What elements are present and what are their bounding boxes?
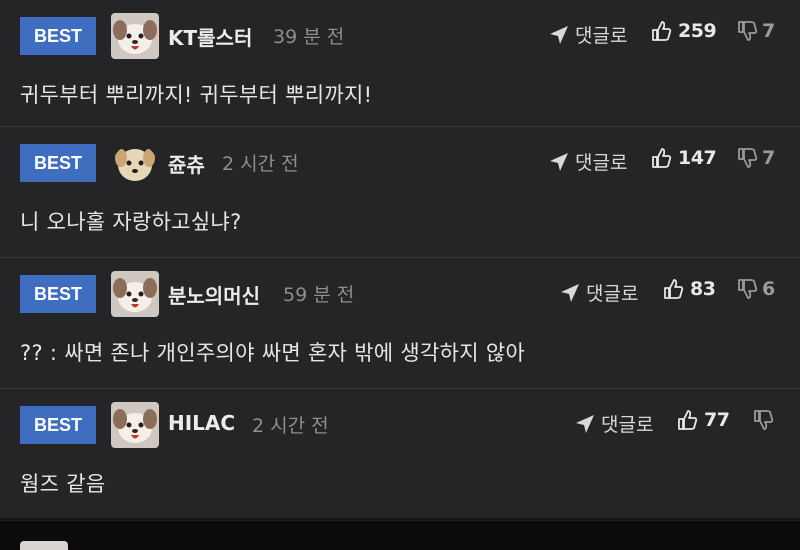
paper-plane-icon (561, 283, 579, 302)
dislike-count: 7 (762, 147, 776, 169)
thumbs-down-icon (738, 148, 758, 168)
avatar[interactable] (111, 13, 159, 59)
username[interactable]: 분노의머신 (168, 280, 260, 309)
comment-text: 귀두부터 뿌리까지! 귀두부터 뿌리까지! (20, 83, 373, 107)
comment-item: BEST 쥰츄 2 시간 전 댓글로 147 7 니 오나홀 자랑하고싶냐? (0, 127, 800, 258)
like-button[interactable]: 83 (662, 278, 716, 300)
avatar (20, 541, 68, 550)
paper-plane-icon (576, 414, 594, 433)
timestamp: 39 분 전 (273, 26, 345, 48)
comment-text: 니 오나홀 자랑하고싶냐? (20, 210, 242, 234)
avatar[interactable] (113, 144, 157, 184)
dislike-button[interactable]: 7 (736, 20, 775, 42)
username[interactable]: HILAC (168, 411, 235, 435)
like-button[interactable]: 147 (650, 147, 717, 169)
username[interactable]: KT롤스터 (168, 22, 252, 51)
dislike-button[interactable]: 6 (736, 278, 775, 300)
comment-item: BEST HILAC 2 시간 전 댓글로 77 웜즈 같음 (0, 389, 800, 520)
comment-item: BEST 분노의머신 59 분 전 댓글로 83 6 ?? : 싸면 존나 개인… (0, 258, 800, 389)
thumbs-down-icon (754, 410, 774, 430)
reply-button[interactable]: 댓글로 (575, 410, 653, 437)
username[interactable]: 쥰츄 (168, 149, 205, 178)
like-count: 259 (678, 20, 717, 42)
dislike-count: 7 (762, 20, 776, 42)
comment-text: 웜즈 같음 (20, 472, 106, 496)
like-count: 147 (678, 147, 717, 169)
like-count: 83 (690, 278, 716, 300)
thumbs-up-icon (678, 410, 698, 430)
dislike-button[interactable]: 7 (736, 147, 775, 169)
like-button[interactable]: 77 (676, 409, 730, 431)
avatar[interactable] (111, 402, 159, 448)
best-badge: BEST (20, 406, 96, 444)
best-badge: BEST (20, 275, 96, 313)
best-badge: BEST (20, 144, 96, 182)
timestamp: 2 시간 전 (222, 153, 299, 175)
avatar[interactable] (111, 271, 159, 317)
dislike-button[interactable] (752, 409, 778, 431)
best-badge: BEST (20, 17, 96, 55)
like-count: 77 (704, 409, 730, 431)
timestamp: 59 분 전 (283, 284, 355, 306)
timestamp: 2 시간 전 (252, 415, 329, 437)
paper-plane-icon (550, 152, 568, 171)
reply-button[interactable]: 댓글로 (549, 21, 627, 48)
reply-button[interactable]: 댓글로 (560, 279, 638, 306)
thumbs-down-icon (738, 21, 758, 41)
reply-label: 댓글로 (575, 25, 628, 47)
reply-label: 댓글로 (601, 414, 654, 436)
thumbs-up-icon (652, 148, 672, 168)
paper-plane-icon (550, 25, 568, 44)
thumbs-down-icon (738, 279, 758, 299)
like-button[interactable]: 259 (650, 20, 717, 42)
reply-label: 댓글로 (586, 283, 639, 305)
comment-text: ?? : 싸면 존나 개인주의야 싸면 혼자 밖에 생각하지 않아 (20, 341, 526, 365)
reply-button[interactable]: 댓글로 (549, 148, 627, 175)
thumbs-up-icon (664, 279, 684, 299)
reply-label: 댓글로 (575, 152, 628, 174)
thumbs-up-icon (652, 21, 672, 41)
next-comment-strip (0, 521, 800, 550)
comment-item: BEST KT롤스터 39 분 전 댓글로 259 7 귀두부터 뿌리까지! 귀… (0, 0, 800, 127)
dislike-count: 6 (762, 278, 776, 300)
